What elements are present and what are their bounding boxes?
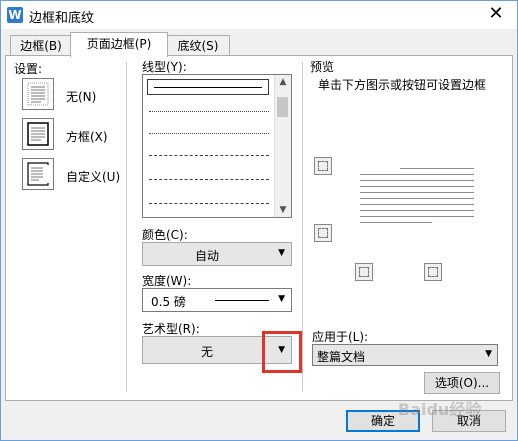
right-border-icon[interactable] <box>424 263 442 281</box>
wps-writer-icon: W <box>7 7 23 23</box>
top-border-icon[interactable] <box>314 157 332 175</box>
line-style-item[interactable] <box>149 155 269 156</box>
setting-none-label: 无(N) <box>66 90 97 104</box>
divider-left <box>126 62 127 392</box>
divider-right <box>302 62 303 392</box>
window-title: 边框和底纹 <box>29 11 95 26</box>
tab-borders[interactable]: 边框(B) <box>10 35 72 56</box>
setting-custom-label: 自定义(U) <box>66 170 121 184</box>
bottom-border-icon[interactable] <box>314 224 332 242</box>
line-style-label: 线型(Y): <box>142 60 187 74</box>
options-button[interactable]: 选项(O)... <box>424 372 500 394</box>
setting-box-label: 方框(X) <box>66 130 108 144</box>
box-icon <box>27 122 49 146</box>
chevron-down-icon: ▼ <box>485 349 492 359</box>
left-border-icon[interactable] <box>355 263 373 281</box>
line-style-selected-item[interactable] <box>147 79 269 95</box>
apply-to-label: 应用于(L): <box>312 330 369 344</box>
scroll-thumb[interactable] <box>277 97 288 117</box>
width-dropdown[interactable]: 0.5 磅 ▼ <box>142 288 292 312</box>
close-icon[interactable]: ✕ <box>485 3 507 25</box>
art-value: 无 <box>200 345 213 359</box>
color-dropdown[interactable]: 自动 ▼ <box>142 242 292 266</box>
scroll-up-icon[interactable]: ▲ <box>275 77 291 87</box>
line-style-item[interactable] <box>149 111 269 112</box>
apply-to-dropdown[interactable]: 整篇文档 ▼ <box>312 344 498 366</box>
apply-to-value: 整篇文档 <box>317 350 366 364</box>
chevron-down-icon: ▼ <box>278 294 285 304</box>
line-style-scrollbar[interactable]: ▲ ▼ <box>274 75 291 217</box>
chevron-down-icon: ▼ <box>278 248 285 258</box>
line-style-item[interactable] <box>149 179 269 180</box>
line-style-item[interactable] <box>149 203 269 204</box>
setting-box-button[interactable] <box>22 118 54 150</box>
preview-hint: 单击下方图示或按钮可设置边框 <box>318 78 487 92</box>
settings-heading: 设置: <box>14 62 43 76</box>
color-label: 颜色(C): <box>142 228 188 242</box>
preview-label: 预览 <box>310 60 335 74</box>
title-bar: W 边框和底纹 ✕ <box>1 1 517 29</box>
art-label: 艺术型(R): <box>142 322 200 336</box>
tab-shading[interactable]: 底纹(S) <box>166 35 230 56</box>
width-value: 0.5 磅 <box>151 295 186 309</box>
color-value: 自动 <box>194 249 219 263</box>
width-label: 宽度(W): <box>142 274 192 288</box>
line-style-item[interactable] <box>149 133 269 134</box>
width-line-sample <box>215 300 269 301</box>
setting-none-button[interactable] <box>22 78 54 110</box>
setting-custom-button[interactable] <box>22 158 54 190</box>
highlight-box <box>262 331 302 373</box>
watermark: Baidu经验 <box>398 400 482 419</box>
none-icon <box>27 82 49 106</box>
scroll-down-icon[interactable]: ▼ <box>275 205 291 215</box>
line-style-list[interactable]: ▲ ▼ <box>142 74 292 218</box>
tab-page-border[interactable]: 页面边框(P) <box>70 32 168 57</box>
custom-icon <box>27 162 50 186</box>
